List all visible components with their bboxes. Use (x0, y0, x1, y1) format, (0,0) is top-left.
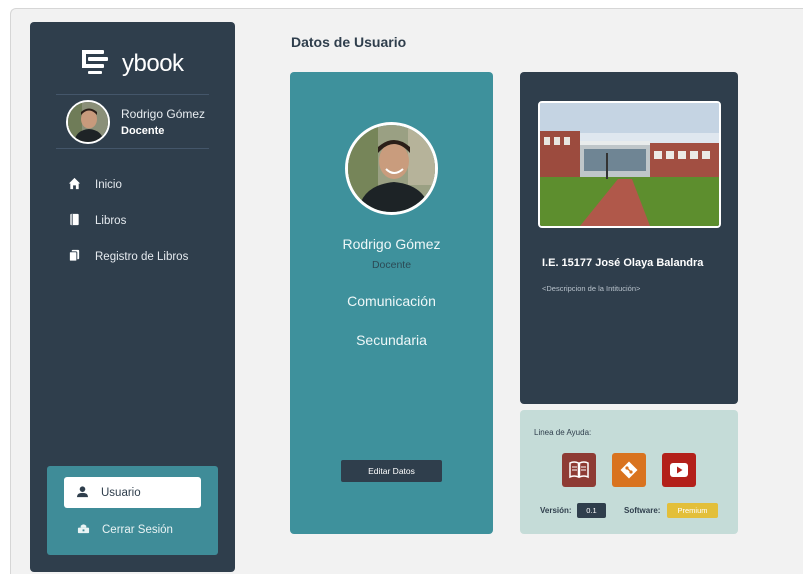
book-icon (68, 213, 81, 229)
youtube-icon[interactable] (662, 453, 696, 487)
sidebar: ybook Rodrigo Gómez Docente Inicio Libro… (30, 22, 235, 572)
sidebar-user-role: Docente (121, 125, 165, 137)
usuario-button[interactable]: Usuario (64, 477, 201, 508)
brand-name: ybook (122, 50, 184, 77)
version-badge: 0.1 (577, 503, 606, 518)
sidebar-item-registro-libros[interactable]: Registro de Libros (68, 249, 188, 265)
sidebar-item-label: Inicio (95, 179, 122, 191)
avatar (66, 100, 110, 144)
divider (56, 148, 209, 149)
usuario-label: Usuario (101, 486, 141, 499)
open-book-icon[interactable] (562, 453, 596, 487)
sidebar-item-label: Libros (95, 215, 127, 227)
profile-name: Rodrigo Gómez (342, 236, 441, 252)
help-title: Linea de Ayuda: (534, 428, 592, 437)
software-label: Software: (624, 506, 661, 515)
books-icon (68, 249, 81, 265)
profile-level: Secundaria (356, 332, 427, 348)
home-icon (68, 177, 81, 193)
brand-logo[interactable]: ybook (80, 44, 184, 84)
institution-name: I.E. 15177 José Olaya Balandra (542, 257, 704, 269)
sidebar-account-panel: Usuario Cerrar Sesión (47, 466, 218, 555)
sidebar-item-inicio[interactable]: Inicio (68, 177, 122, 193)
profile-photo (345, 122, 438, 215)
user-profile-card: Rodrigo Gómez Docente Comunicación Secun… (290, 72, 493, 534)
profile-role: Docente (371, 259, 412, 271)
page-title: Datos de Usuario (291, 34, 407, 50)
logo-icon (80, 49, 110, 80)
software-badge: Premium (667, 503, 718, 518)
sidebar-user-name: Rodrigo Gómez (121, 107, 206, 121)
user-icon (76, 485, 89, 501)
git-icon[interactable] (612, 453, 646, 487)
institution-photo (538, 101, 721, 228)
logout-button[interactable]: Cerrar Sesión (77, 522, 173, 538)
divider (56, 94, 209, 95)
logout-label: Cerrar Sesión (102, 524, 173, 536)
institution-card: I.E. 15177 José Olaya Balandra <Descripc… (520, 72, 738, 404)
sidebar-profile: Rodrigo Gómez Docente (66, 100, 205, 144)
logout-icon (77, 522, 90, 538)
institution-description: <Descripcion de la Intitución> (542, 284, 641, 293)
edit-data-button[interactable]: Editar Datos (341, 460, 442, 482)
help-card: Linea de Ayuda: Versión: 0.1 Software: P… (520, 410, 738, 534)
profile-subject: Comunicación (347, 293, 436, 309)
sidebar-item-libros[interactable]: Libros (68, 213, 126, 229)
sidebar-item-label: Registro de Libros (95, 251, 189, 263)
version-label: Versión: (540, 506, 572, 515)
